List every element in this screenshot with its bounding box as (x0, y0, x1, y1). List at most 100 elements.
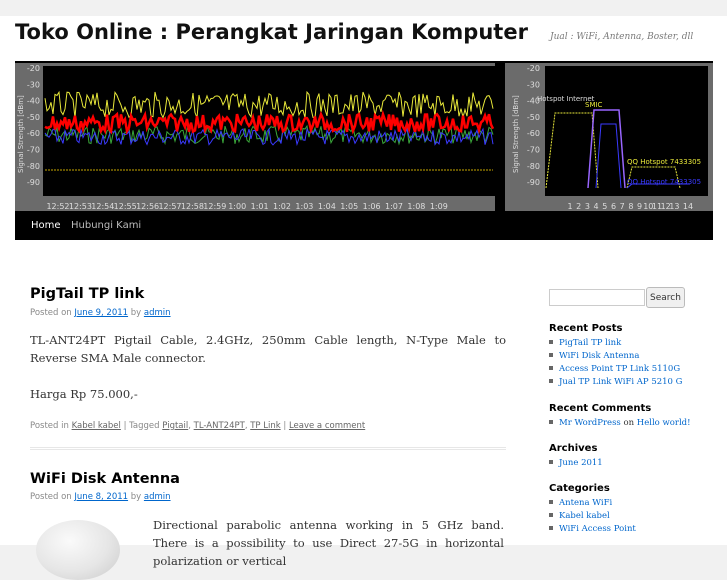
time-tick-label: 12:54 (91, 202, 114, 211)
archive-item: June 2011 (549, 458, 603, 468)
tag-link[interactable]: TL-ANT24PT (194, 421, 245, 431)
recent-post-item: Access Point TP Link 5110G (549, 364, 680, 374)
tag-link[interactable]: Pigtail (162, 421, 188, 431)
time-tick-label: 1:07 (385, 202, 403, 211)
tag-link[interactable]: TP Link (250, 421, 280, 431)
time-tick-label: 12:55 (114, 202, 137, 211)
y-tick-label: -90 (527, 178, 540, 187)
time-tick-label: 12:59 (203, 202, 226, 211)
y-tick-label: -50 (527, 113, 540, 122)
channel-tick-label: 8 (628, 202, 633, 211)
bullet-icon (549, 339, 553, 344)
signal-strength-graph: -20 -20-30 -30-40 -40-50 -50-60 -60-70 -70-80-… (15, 63, 713, 211)
author-link[interactable]: admin (144, 308, 171, 318)
post-date-link[interactable]: June 9, 2011 (74, 308, 128, 318)
category-link[interactable]: Kabel kabel (72, 421, 121, 431)
site-description: Jual : WiFi, Antenna, Boster, dll (550, 32, 694, 42)
archives-title: Archives (549, 443, 598, 454)
post-date-link[interactable]: June 8, 2011 (74, 492, 128, 502)
category-link[interactable]: WiFi Access Point (559, 524, 636, 534)
author-link[interactable]: admin (144, 492, 171, 502)
network-label: QQ Hotspot 7433305 (627, 158, 701, 166)
y-tick-label: -30 (27, 80, 40, 89)
time-tick-label: 12:52 (46, 202, 69, 211)
recent-post-link[interactable]: PigTail TP link (559, 338, 621, 348)
category-link[interactable]: Antena WiFi (559, 498, 612, 508)
post-meta: Posted on June 9, 2011 by admin (30, 308, 171, 318)
time-tick-label: 12:58 (181, 202, 204, 211)
y-tick-label: -60 (527, 129, 540, 138)
post-paragraph: Harga Rp 75.000,- (30, 387, 138, 401)
time-tick-label: 1:00 (228, 202, 246, 211)
recent-posts-title: Recent Posts (549, 323, 623, 334)
time-tick-label: 1:05 (340, 202, 358, 211)
bullet-icon (549, 525, 553, 530)
y-tick-label: -30 (527, 80, 540, 89)
recent-post-item: PigTail TP link (549, 338, 621, 348)
posted-on-label: Posted on (30, 308, 72, 318)
network-label: SMIC (585, 101, 603, 109)
header-banner-image: -20 -20 -30 -30 -40 -40 -50 -50 -60 -60 -70 -70 -80-… (15, 61, 713, 213)
time-tick-label: 1:03 (295, 202, 313, 211)
bullet-icon (549, 365, 553, 370)
posted-on-label: Posted on (30, 492, 72, 502)
nav-item-hubungi-kami[interactable]: Hubungi Kami (71, 220, 141, 231)
y-axis-label: Signal Strength [dBm] (512, 95, 520, 173)
nav-item-home[interactable]: Home (31, 220, 61, 231)
post-utility: Posted in Kabel kabel | Tagged Pigtail, … (30, 421, 366, 431)
tagged-label: | Tagged (123, 421, 160, 431)
category-item: Kabel kabel (549, 511, 610, 521)
channel-tick-label: 5 (602, 202, 607, 211)
channel-tick-label: 1 (567, 202, 572, 211)
channel-tick-label: 6 (611, 202, 616, 211)
recent-comment-item: Mr WordPress on Hello world! (549, 418, 691, 428)
bullet-icon (549, 419, 553, 424)
recent-post-item: Jual TP Link WiFi AP 5210 G (549, 377, 682, 387)
time-tick-label: 1:02 (273, 202, 291, 211)
category-link[interactable]: Kabel kabel (559, 511, 610, 521)
channel-tick-label: 9 (637, 202, 642, 211)
channel-tick-label: 4 (594, 202, 599, 211)
right-plot-area (545, 66, 708, 196)
time-tick-label: 12:57 (158, 202, 181, 211)
bullet-icon (549, 378, 553, 383)
bullet-icon (549, 512, 553, 517)
search-input[interactable] (549, 289, 645, 306)
time-tick-label: 1:01 (251, 202, 269, 211)
time-tick-label: 1:04 (318, 202, 336, 211)
y-tick-label: -20 (27, 64, 40, 73)
post-divider (30, 447, 506, 450)
by-label: by (130, 492, 142, 502)
post-meta: Posted on June 8, 2011 by admin (30, 492, 171, 502)
network-label: QQ Hotspot 7433305 (627, 178, 701, 186)
comment-author-link[interactable]: Mr WordPress (559, 418, 621, 428)
category-item: Antena WiFi (549, 498, 612, 508)
recent-post-item: WiFi Disk Antenna (549, 351, 639, 361)
comment-post-link[interactable]: Hello world! (637, 418, 691, 428)
channel-tick-label: 13 (669, 202, 679, 211)
categories-title: Categories (549, 483, 610, 494)
post-title[interactable]: WiFi Disk Antenna (30, 471, 180, 487)
on-label: on (623, 418, 635, 428)
posted-in-label: Posted in (30, 421, 69, 431)
y-axis-label: Signal Strength [dBm] (17, 95, 25, 173)
recent-post-link[interactable]: Access Point TP Link 5110G (559, 364, 680, 374)
y-tick-label: -70 (527, 146, 540, 155)
time-tick-label: 12:56 (136, 202, 159, 211)
post-paragraph: TL-ANT24PT Pigtail Cable, 2.4GHz, 250mm … (30, 333, 506, 365)
search-button[interactable]: Search (646, 287, 685, 308)
recent-post-link[interactable]: Jual TP Link WiFi AP 5210 G (559, 377, 682, 387)
recent-post-link[interactable]: WiFi Disk Antenna (559, 351, 639, 361)
antenna-thumbnail-image[interactable] (36, 520, 120, 580)
post-title[interactable]: PigTail TP link (30, 286, 144, 302)
leave-comment-link[interactable]: Leave a comment (289, 421, 365, 431)
time-tick-label: 1:09 (430, 202, 448, 211)
post-excerpt: Directional parabolic antenna working in… (153, 518, 504, 568)
y-tick-label: -50 (27, 113, 40, 122)
site-title[interactable]: Toko Online : Perangkat Jaringan Kompute… (15, 20, 528, 44)
bullet-icon (549, 352, 553, 357)
channel-tick-label: 14 (683, 202, 693, 211)
channel-tick-label: 3 (585, 202, 590, 211)
y-tick-label: -90 (27, 178, 40, 187)
archive-link[interactable]: June 2011 (559, 458, 603, 468)
